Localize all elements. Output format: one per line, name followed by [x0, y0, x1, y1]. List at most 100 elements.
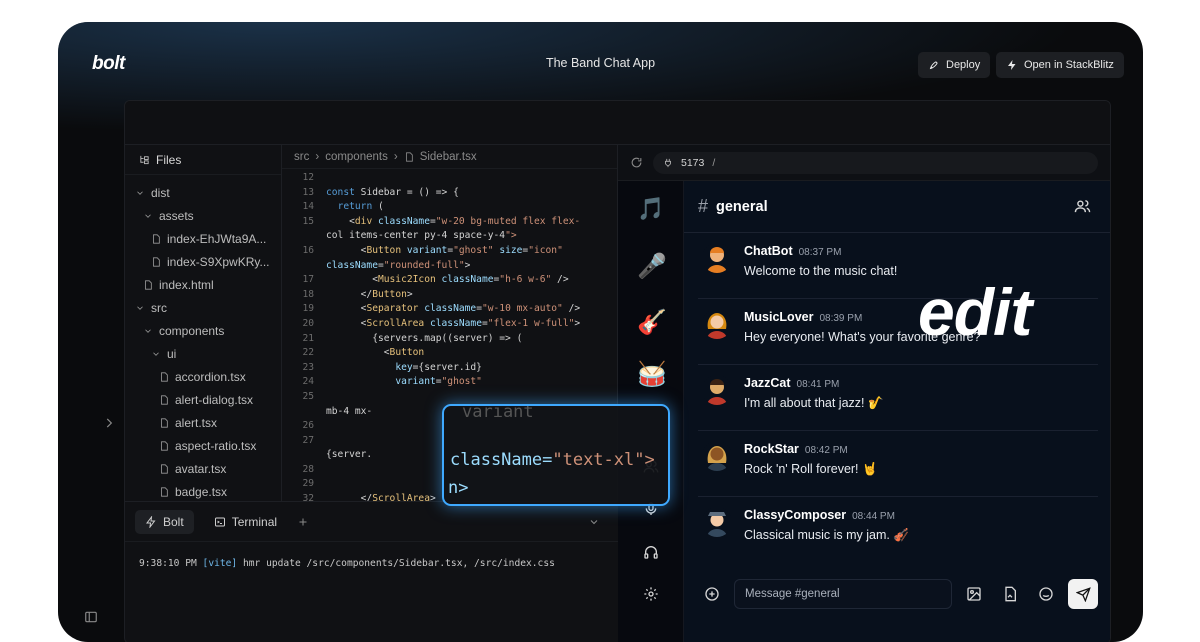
code-line: 12 — [282, 171, 617, 186]
file-item[interactable]: accordion.tsx — [125, 365, 281, 388]
preview-url-bar: 5173 / — [618, 145, 1110, 181]
left-rail — [58, 86, 124, 642]
members-icon[interactable] — [1074, 198, 1091, 215]
preview-url-field[interactable]: 5173 / — [653, 151, 1098, 174]
tab-terminal[interactable]: Terminal — [204, 510, 287, 534]
folder-item[interactable]: src — [125, 296, 281, 319]
line-number: 20 — [302, 317, 314, 329]
line-number: 24 — [302, 376, 314, 388]
file-item[interactable]: alert.tsx — [125, 411, 281, 434]
file-icon — [405, 151, 413, 162]
file-item[interactable]: alert-dialog.tsx — [125, 388, 281, 411]
port-plug-icon — [665, 158, 671, 167]
tree-item-label: alert.tsx — [175, 415, 218, 430]
top-bar: bolt The Band Chat App Deploy Open in St… — [58, 22, 1143, 86]
tree-item-label: assets — [159, 208, 194, 223]
code-text: mb-4 mx- — [326, 405, 373, 417]
line-number: 29 — [302, 478, 314, 490]
terminal-output[interactable]: 9:38:10 PM [vite] hmr update /src/compon… — [125, 542, 618, 585]
avatar — [702, 441, 732, 471]
code-line: 20 <ScrollArea className="flex-1 w-full"… — [282, 317, 617, 332]
preview-path: / — [712, 156, 716, 169]
send-button[interactable] — [1068, 579, 1098, 609]
code-line: col items-center py-4 space-y-4"> — [282, 229, 617, 244]
file-explorer: Files dist assets index-EhJWta9A... index-S… — [125, 145, 282, 501]
message-input[interactable]: Message #general — [734, 579, 952, 609]
message-text: Welcome to the music chat! — [744, 264, 898, 278]
rocket-icon — [929, 61, 938, 70]
chevron-down-icon[interactable] — [588, 516, 600, 528]
gear-icon[interactable] — [643, 586, 659, 602]
folder-item[interactable]: assets — [125, 204, 281, 227]
tab-terminal-label: Terminal — [231, 514, 278, 529]
file-icon — [153, 233, 160, 244]
folder-item[interactable]: ui — [125, 342, 281, 365]
message-item: ClassyComposer 08:44 PM Classical music i… — [698, 497, 1098, 563]
files-tree-icon — [140, 155, 149, 165]
reload-icon[interactable] — [630, 156, 643, 169]
breadcrumb-components[interactable]: components — [325, 151, 388, 163]
code-line: 14 return ( — [282, 200, 617, 215]
server-drum[interactable]: 🥁 — [637, 361, 667, 389]
code-line: 17 <Music2Icon className="h-6 w-6" /> — [282, 273, 617, 288]
message-item: RockStar 08:42 PM Rock 'n' Roll forever! … — [698, 431, 1098, 497]
file-item[interactable]: aspect-ratio.tsx — [125, 434, 281, 457]
breadcrumb-file[interactable]: Sidebar.tsx — [420, 151, 477, 163]
hash-icon: # — [698, 196, 709, 216]
channel-header: # general — [684, 181, 1110, 233]
message-time: 08:44 PM — [852, 511, 895, 522]
message-item: ChatBot 08:37 PM Welcome to the music cha… — [698, 233, 1098, 299]
code-text: <Button — [326, 347, 425, 359]
file-icon — [153, 256, 160, 267]
message-author: JazzCat 08:41 PM — [744, 376, 840, 390]
line-number: 18 — [302, 288, 314, 300]
plus-icon[interactable] — [297, 516, 309, 528]
file-item[interactable]: avatar.tsx — [125, 457, 281, 480]
chevron-right-icon[interactable] — [102, 416, 116, 430]
lightning-icon — [146, 515, 156, 528]
code-line: 13 const Sidebar = () => { — [282, 186, 617, 201]
breadcrumb-separator: › — [315, 150, 320, 163]
file-image-icon[interactable] — [1002, 586, 1018, 602]
file-item[interactable]: index.html — [125, 273, 281, 296]
folder-item[interactable]: components — [125, 319, 281, 342]
bottom-tabs: Bolt Terminal — [125, 502, 618, 542]
headphones-icon[interactable] — [643, 544, 659, 560]
file-item[interactable]: index-EhJWta9A... — [125, 227, 281, 250]
open-stackblitz-button[interactable]: Open in StackBlitz — [996, 52, 1124, 78]
server-microphone[interactable]: 🎤 — [637, 253, 667, 281]
file-item[interactable]: index-S9XpwKRy... — [125, 250, 281, 273]
line-number: 15 — [302, 215, 314, 227]
add-circle-icon[interactable] — [704, 586, 720, 602]
avatar — [702, 309, 732, 339]
image-icon[interactable] — [966, 586, 982, 602]
message-item: JazzCat 08:41 PM I'm all about that jazz!… — [698, 365, 1098, 431]
line-number: 17 — [302, 274, 314, 286]
file-item[interactable]: badge.tsx — [125, 480, 281, 501]
deploy-label: Deploy — [946, 59, 981, 71]
code-line: 25 — [282, 390, 617, 405]
sidebar-toggle-icon[interactable] — [84, 610, 98, 624]
message-text: Rock 'n' Roll forever! 🤘 — [744, 462, 878, 476]
line-number: 14 — [302, 201, 314, 213]
breadcrumb-src[interactable]: src — [294, 151, 309, 163]
bottom-panel: Bolt Terminal 9:38:10 PM [vite] hmr upda… — [125, 501, 618, 642]
line-number: 27 — [302, 434, 314, 446]
chevron-down-icon — [137, 190, 143, 195]
code-line: 16 <Button variant="ghost" size="icon" — [282, 244, 617, 259]
folder-item[interactable]: dist — [125, 181, 281, 204]
chat-area: # general ChatBot 08:37 PM Welcome to the… — [684, 181, 1110, 642]
terminal-icon — [214, 517, 225, 526]
line-number: 16 — [302, 244, 314, 256]
code-line: 15 <div className="w-20 bg-muted flex fl… — [282, 215, 617, 230]
file-icon — [161, 394, 168, 405]
smile-icon[interactable] — [1038, 586, 1054, 602]
code-zoom-lens: variant className="text-xl"> n> — [442, 404, 670, 506]
zoom-line-main: className="text-xl"> — [450, 450, 655, 470]
deploy-button[interactable]: Deploy — [918, 52, 991, 78]
tab-bolt[interactable]: Bolt — [135, 509, 194, 534]
line-number: 12 — [302, 172, 314, 183]
server-music[interactable]: 🎵 — [637, 195, 665, 223]
line-number: 23 — [302, 361, 314, 373]
server-guitar[interactable]: 🎸 — [637, 309, 667, 337]
